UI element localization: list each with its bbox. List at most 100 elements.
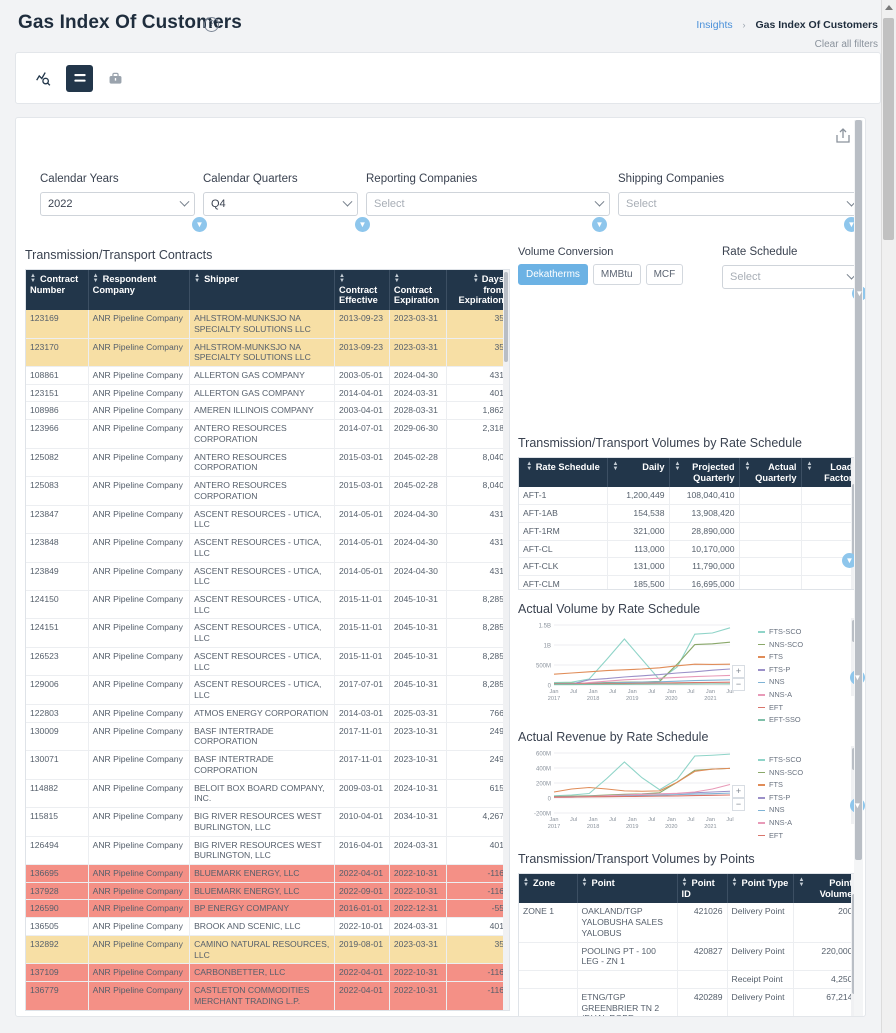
col-projected-quarterly[interactable]: ▲ ▼ Projected Quarterly: [669, 458, 740, 488]
table-row[interactable]: AFT-CLK 131,000 11,790,000: [519, 557, 857, 577]
sort-icon[interactable]: ▲ ▼: [744, 461, 751, 472]
col-point-type[interactable]: ▲ ▼ Point Type: [727, 874, 794, 904]
col-days-from-expiration[interactable]: ▲ ▼ Days from Expiration: [446, 270, 509, 311]
sort-icon[interactable]: ▲ ▼: [523, 877, 530, 888]
briefcase-icon[interactable]: [102, 65, 129, 92]
legend-item[interactable]: FTS-SCO: [758, 626, 803, 639]
legend-item[interactable]: FTS: [758, 779, 803, 792]
table-row[interactable]: 132892 ANR Pipeline Company CAMINO NATURAL…: [26, 935, 509, 965]
sort-icon[interactable]: ▲ ▼: [30, 273, 37, 284]
sort-icon[interactable]: ▲ ▼: [394, 273, 401, 284]
table-row[interactable]: 126523 ANR Pipeline Company ASCENT RESOURC…: [26, 647, 509, 677]
table-row[interactable]: 122803 ANR Pipeline Company ATMOS ENERGY C…: [26, 704, 509, 723]
filter-pin-icon[interactable]: ▼: [592, 217, 607, 232]
legend-item[interactable]: FTS-P: [758, 792, 803, 805]
volume-unit-mmbtu[interactable]: MMBtu: [592, 264, 641, 285]
table-row[interactable]: AFT-1 1,200,449 108,040,410: [519, 487, 857, 506]
table-row[interactable]: 123170 ANR Pipeline Company AHLSTROM-MUNKS…: [26, 338, 509, 368]
sort-icon[interactable]: ▲ ▼: [732, 877, 739, 888]
sort-icon[interactable]: ▲ ▼: [674, 461, 681, 472]
legend-item[interactable]: NNS: [758, 804, 803, 817]
sort-icon[interactable]: ▲ ▼: [582, 877, 589, 888]
legend-item[interactable]: EFT: [758, 702, 803, 715]
sort-icon[interactable]: ▲ ▼: [472, 273, 479, 284]
col-zone[interactable]: ▲ ▼ Zone: [519, 874, 578, 904]
col-load-factor[interactable]: ▲ ▼ Load Factor: [801, 458, 857, 488]
table-row[interactable]: 126494 ANR Pipeline Company BIG RIVER RESO…: [26, 836, 509, 865]
panel-scrollbar-thumb[interactable]: [855, 120, 862, 860]
legend-item[interactable]: EFT-SSO: [758, 714, 803, 727]
table-row[interactable]: 130071 ANR Pipeline Company BASF INTERTRAD…: [26, 750, 509, 780]
legend-item[interactable]: NNS-A: [758, 817, 803, 830]
legend-item[interactable]: FTS-P: [758, 664, 803, 677]
sort-icon[interactable]: ▲ ▼: [682, 877, 689, 888]
table-row[interactable]: 123151 ANR Pipeline Company ALLERTON GAS C…: [26, 384, 509, 403]
table-row[interactable]: 137928 ANR Pipeline Company BLUEMARK ENERG…: [26, 882, 509, 901]
table-row[interactable]: 123848 ANR Pipeline Company ASCENT RESOURC…: [26, 533, 509, 563]
contracts-scrollbar[interactable]: [503, 270, 509, 1010]
table-row[interactable]: 108986 ANR Pipeline Company AMEREN ILLINOI…: [26, 401, 509, 421]
reporting-companies-select[interactable]: Select: [366, 192, 610, 216]
sort-icon[interactable]: ▲ ▼: [806, 461, 813, 472]
chart-zoom-in-button[interactable]: +: [732, 785, 745, 798]
actual-volume-plot[interactable]: 1.5B1B500M0Jan2017Jul Jan2018Jul Jan2019Ju…: [520, 619, 750, 714]
table-row[interactable]: 136954ANR Pipeline CompanyCASTLETON COMM…: [26, 1010, 509, 1011]
filter-pin-icon[interactable]: ▼: [355, 217, 370, 232]
col-point[interactable]: ▲ ▼ Point: [577, 874, 678, 904]
table-row[interactable]: AFT-1RM 321,000 28,890,000: [519, 522, 857, 541]
table-row[interactable]: 115815 ANR Pipeline Company BIG RIVER RESO…: [26, 807, 509, 837]
table-row[interactable]: AFT-CLM 185,500 16,695,000: [519, 575, 857, 589]
legend-item[interactable]: FTS: [758, 651, 803, 664]
filter-pin-icon[interactable]: ▼: [192, 217, 207, 232]
table-row[interactable]: 130009 ANR Pipeline Company BASF INTERTRAD…: [26, 722, 509, 752]
table-row[interactable]: 136779 ANR Pipeline Company CASTLETON COMM…: [26, 981, 509, 1010]
shipping-companies-select[interactable]: Select: [618, 192, 862, 216]
volume-unit-mcf[interactable]: MCF: [645, 264, 684, 285]
col-contract-number[interactable]: ▲ ▼ Contract Number: [26, 270, 89, 311]
table-row[interactable]: 114882 ANR Pipeline Company BELOIT BOX BOA…: [26, 779, 509, 809]
table-row[interactable]: 136505 ANR Pipeline Company BROOK AND SCEN…: [26, 917, 509, 936]
rate-schedule-select[interactable]: Select: [722, 265, 862, 289]
calendar-quarters-select[interactable]: Q4: [203, 192, 358, 216]
col-point-id[interactable]: ▲ ▼ Point ID: [677, 874, 728, 904]
legend-item[interactable]: NNS: [758, 676, 803, 689]
page-scrollbar[interactable]: [881, 0, 896, 1033]
sort-icon[interactable]: ▲ ▼: [526, 461, 533, 472]
legend-item[interactable]: FTS-SCO: [758, 754, 803, 767]
legend-item[interactable]: NNS-SCO: [758, 639, 803, 652]
col-rate-schedule[interactable]: ▲ ▼ Rate Schedule: [519, 458, 608, 488]
table-row[interactable]: 123849 ANR Pipeline Company ASCENT RESOURC…: [26, 562, 509, 592]
table-row[interactable]: 123169 ANR Pipeline Company AHLSTROM-MUNKS…: [26, 310, 509, 339]
chart-zoom-out-button[interactable]: −: [732, 678, 745, 691]
sort-icon[interactable]: ▲ ▼: [612, 461, 619, 472]
table-row[interactable]: 126590 ANR Pipeline Company BP ENERGY COMP…: [26, 899, 509, 919]
col-actual-quarterly[interactable]: ▲ ▼ Actual Quarterly: [739, 458, 802, 488]
table-row[interactable]: ETNG/TGP GREENBRIER TN 2 (DUAL ROBE42028…: [519, 988, 857, 1016]
scroll-up-arrow-icon[interactable]: [885, 5, 893, 10]
table-row[interactable]: 129006 ANR Pipeline Company ASCENT RESOURC…: [26, 675, 509, 705]
table-row[interactable]: 108861 ANR Pipeline Company ALLERTON GAS C…: [26, 366, 509, 385]
legend-item[interactable]: EFT: [758, 830, 803, 843]
table-row[interactable]: AFT-1AB 154,538 13,908,420: [519, 504, 857, 523]
sort-icon[interactable]: ▲ ▼: [93, 273, 100, 284]
col-daily[interactable]: ▲ ▼ Daily: [607, 458, 670, 488]
table-row[interactable]: Receipt Point 4,250: [519, 970, 857, 989]
clear-all-filters-button[interactable]: Clear all filters: [815, 39, 878, 50]
volume-unit-dekatherms[interactable]: Dekatherms: [518, 264, 588, 285]
table-row[interactable]: AFT-CL 113,000 10,170,000: [519, 540, 857, 559]
table-row[interactable]: POOLING PT - 100 LEG - ZN 1 420827 Deliver…: [519, 942, 857, 972]
breadcrumb-link-insights[interactable]: Insights: [696, 19, 732, 31]
table-rows-icon[interactable]: [66, 64, 93, 92]
actual-revenue-plot[interactable]: 600M400M200M0-200MJan2017Jul Jan2018Jul Ja…: [520, 747, 750, 842]
table-row[interactable]: 123966 ANR Pipeline Company ANTERO RESOURC…: [26, 419, 509, 449]
table-row[interactable]: 123847 ANR Pipeline Company ASCENT RESOURC…: [26, 505, 509, 535]
legend-item[interactable]: NNS-A: [758, 689, 803, 702]
sort-icon[interactable]: ▲ ▼: [798, 877, 805, 888]
page-scrollbar-thumb[interactable]: [883, 18, 894, 240]
panel-scrollbar[interactable]: [854, 120, 863, 1016]
contracts-scrollbar-thumb[interactable]: [504, 272, 508, 362]
table-row[interactable]: 125083 ANR Pipeline Company ANTERO RESOURC…: [26, 476, 509, 506]
table-row[interactable]: 125082 ANR Pipeline Company ANTERO RESOURC…: [26, 448, 509, 478]
table-row[interactable]: 137109 ANR Pipeline Company CARBONBETTER, …: [26, 963, 509, 983]
col-point-volume[interactable]: ▲ ▼ Point Volume: [793, 874, 857, 904]
